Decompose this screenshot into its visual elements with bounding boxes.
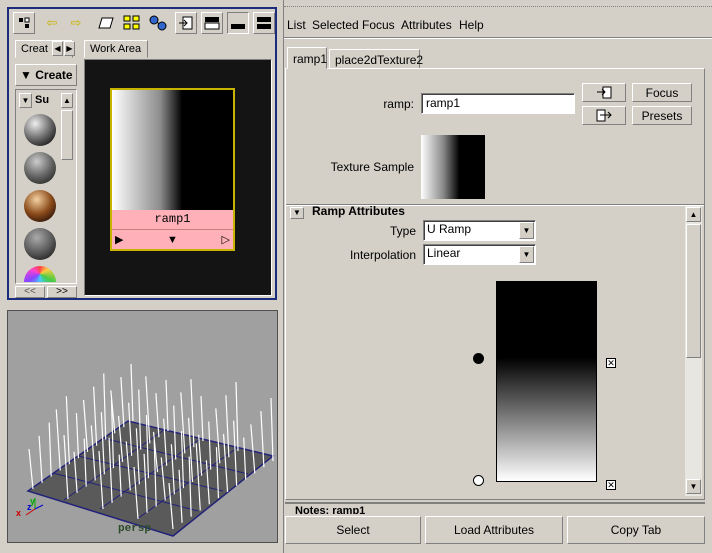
list-dropdown-button[interactable]: ▼ (19, 93, 32, 108)
scroll-up-button[interactable]: ▲ (686, 207, 701, 222)
swatch-anisotropic[interactable] (24, 228, 56, 260)
notes-bar[interactable]: Notes: ramp1 (285, 502, 705, 514)
ramp-name-label: ramp: (383, 97, 414, 111)
texture-sample-swatch[interactable] (421, 135, 485, 199)
scroll-right-button[interactable]: >> (47, 286, 77, 298)
fur-strand (38, 435, 43, 483)
create-menu-button[interactable]: ▼ Create (15, 64, 77, 86)
interpolation-label: Interpolation (349, 248, 416, 262)
fur-strand (200, 395, 204, 442)
graph-icon[interactable] (13, 12, 35, 34)
ramp-handle-top[interactable] (473, 353, 484, 364)
notes-label: Notes: ramp1 (295, 505, 366, 514)
interpolation-dropdown[interactable]: Linear ▼ (423, 244, 536, 265)
output-connection-button[interactable] (582, 106, 626, 125)
menu-attributes[interactable]: Attributes (401, 18, 452, 34)
axis-x-label: x (16, 508, 22, 518)
list-header: Su (35, 94, 50, 106)
ramp-name-field[interactable]: ramp1 (421, 93, 575, 114)
output-port-icon[interactable]: ▷ (222, 233, 230, 246)
menu-selected[interactable]: Selected (312, 18, 359, 34)
swatch-list: ▼ Su ▲ (15, 89, 77, 284)
node-label: ramp1 (112, 210, 233, 229)
delete-top-entry-icon[interactable]: ✕ (606, 358, 616, 368)
arrow-left-icon[interactable]: ⇦ (41, 12, 63, 34)
node-port-bar: ▶ ▼ ▷ (112, 229, 233, 249)
input-port-icon[interactable]: ▶ (115, 233, 123, 246)
menu-focus[interactable]: Focus (362, 18, 395, 34)
fur-strand (28, 448, 34, 490)
section-collapse-button[interactable]: ▼ (290, 207, 304, 219)
copy-tab-button[interactable]: Copy Tab (567, 516, 705, 544)
chevron-down-icon: ▼ (519, 246, 534, 263)
fur-strand (93, 386, 98, 446)
list-scrollbar-thumb[interactable] (61, 110, 73, 160)
tab-ramp1[interactable]: ramp1 (287, 47, 327, 69)
scroll-left-button[interactable]: << (15, 286, 45, 298)
attr-scrollbar[interactable]: ▲ ▼ (685, 206, 702, 496)
camera-label: persp (118, 523, 152, 535)
focus-button[interactable]: Focus (632, 83, 692, 102)
delete-bottom-entry-icon[interactable]: ✕ (606, 480, 616, 490)
perspective-viewport[interactable]: x y z persp (7, 310, 278, 543)
tab-scroll-right-button[interactable]: ▶ (64, 41, 75, 56)
axis-z-label: z (27, 502, 32, 512)
menu-list[interactable]: List (287, 18, 306, 34)
list-scroll-up-button[interactable]: ▲ (61, 93, 73, 108)
type-label: Type (389, 224, 416, 238)
section-title: Ramp Attributes (312, 206, 405, 218)
ramp-handle-bottom[interactable] (473, 475, 484, 486)
fur-strand (55, 409, 61, 471)
import-icon[interactable] (175, 12, 197, 34)
network-icon[interactable] (147, 12, 169, 34)
triangle-down-icon: ▼ (20, 68, 32, 82)
fur-strand (48, 422, 52, 477)
interpolation-value: Linear (427, 246, 461, 260)
panel-divider (283, 0, 284, 553)
swatch-lambert[interactable] (24, 114, 56, 146)
tab-scroll-left-button[interactable]: ◀ (52, 41, 63, 56)
menu-grip (284, 6, 712, 10)
chevron-down-icon: ▼ (519, 222, 534, 239)
swatch-phong[interactable] (24, 190, 56, 222)
layout-top-icon[interactable] (201, 12, 223, 34)
grid-layout-icon[interactable] (121, 12, 143, 34)
fur-strand (65, 396, 70, 465)
input-connection-button[interactable] (582, 83, 626, 102)
fur-strand (103, 373, 107, 440)
fur-strand (165, 379, 169, 432)
menu-help[interactable]: Help (459, 18, 484, 34)
expand-node-icon[interactable]: ▼ (167, 234, 178, 246)
texture-sample-label: Texture Sample (330, 160, 414, 174)
ramp-node[interactable]: ↖ ramp1 ▶ ▼ ▷ (110, 88, 235, 251)
fur-strand (130, 363, 134, 422)
scrollbar-thumb[interactable] (686, 224, 701, 358)
scene-geometry (25, 363, 275, 537)
tab-place2dtexture2[interactable]: place2dTexture2 (329, 49, 423, 69)
import-icon (597, 86, 612, 99)
eraser-icon[interactable] (95, 12, 117, 34)
swatch-blinn[interactable] (24, 152, 56, 184)
fur-strand (75, 413, 80, 459)
type-dropdown[interactable]: U Ramp ▼ (423, 220, 536, 241)
attr-scroll-area: ▼ Ramp Attributes Type U Ramp ▼ Interpol… (288, 206, 703, 496)
work-area[interactable]: ↖ ramp1 ▶ ▼ ▷ (84, 59, 272, 296)
cursor-arrow-icon: ↖ (194, 138, 205, 153)
layout-bottom-icon[interactable] (227, 12, 249, 34)
select-button[interactable]: Select (285, 516, 421, 544)
type-value: U Ramp (427, 222, 472, 236)
load-attributes-button[interactable]: Load Attributes (425, 516, 563, 544)
fur-strand (120, 377, 125, 428)
fur-strand (270, 397, 274, 462)
scroll-down-button[interactable]: ▼ (686, 479, 701, 494)
swatch-rainbow[interactable] (24, 266, 56, 282)
presets-button[interactable]: Presets (632, 106, 692, 125)
fur-strand (235, 381, 239, 452)
layout-split-icon[interactable] (253, 12, 275, 34)
ramp-gradient-editor[interactable] (496, 281, 597, 482)
export-icon (596, 109, 612, 122)
arrow-right-icon[interactable]: ⇨ (65, 12, 87, 34)
tab-work-area[interactable]: Work Area (84, 40, 148, 58)
hypershade-panel: ⇦ ⇨ Creat ◀ ▶ Work Area ▼ Create ▼ Su ▲ … (7, 7, 277, 300)
